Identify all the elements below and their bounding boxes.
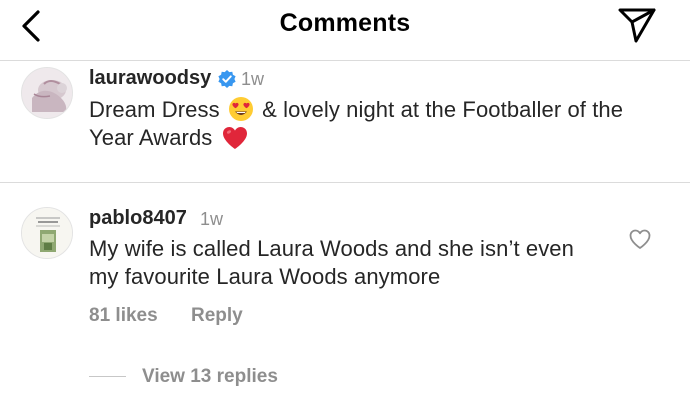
avatar[interactable] (21, 207, 73, 259)
caption-divider (0, 182, 690, 183)
replies-divider-line (89, 376, 126, 377)
send-icon[interactable] (616, 5, 658, 45)
likes-count[interactable]: 81 likes (89, 305, 158, 327)
page-title: Comments (279, 9, 411, 37)
heart-eyes-emoji-icon (228, 97, 253, 121)
red-heart-emoji-icon (222, 127, 247, 149)
caption-text-part1: Dream Dress (89, 97, 226, 122)
avatar-image (22, 68, 72, 118)
caption-username[interactable]: laurawoodsy (89, 67, 211, 90)
view-replies-button[interactable]: View 13 replies (142, 366, 278, 388)
heart-outline-icon[interactable] (628, 228, 652, 250)
avatar-image (22, 208, 72, 258)
comment-text: My wife is called Laura Woods and she is… (89, 236, 574, 289)
comment-timestamp: 1w (200, 209, 224, 229)
verified-badge-icon (218, 70, 236, 88)
caption-text: Dream Dress & lovely night at the Footba… (89, 96, 649, 152)
header-divider (0, 60, 690, 61)
avatar[interactable] (21, 67, 73, 119)
comment-username[interactable]: pablo8407 (89, 207, 187, 230)
caption-timestamp: 1w (241, 69, 265, 89)
header-bar: Comments (0, 0, 690, 52)
reply-button[interactable]: Reply (191, 305, 243, 327)
